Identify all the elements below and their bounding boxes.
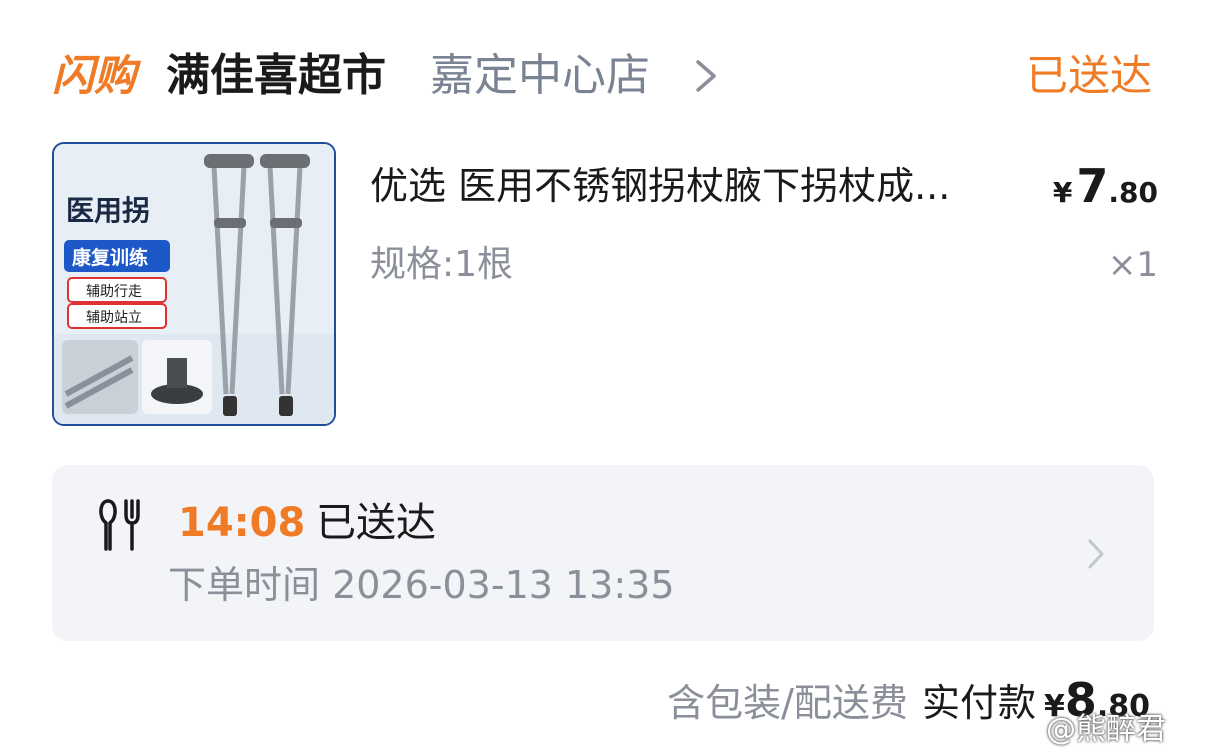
product-spec: 规格:1根 — [370, 244, 514, 285]
delivery-status: 已送达 — [316, 500, 436, 546]
price-decimal: .80 — [1108, 176, 1158, 209]
fork-knife-icon — [99, 499, 140, 551]
svg-text:闪购: 闪购 — [52, 51, 142, 100]
price-integer: 7 — [1076, 159, 1109, 213]
image-tag: 辅助站立 — [86, 310, 142, 326]
fee-note: 含包装/配送费 — [667, 681, 908, 725]
product-image[interactable]: 医用拐 康复训练 辅助行走 辅助站立 — [52, 142, 336, 426]
image-tag: 辅助行走 — [86, 284, 142, 300]
product-title[interactable]: 优选 医用不锈钢拐杖腋下拐杖成... — [370, 158, 1030, 214]
store-branch[interactable]: 嘉定中心店 — [430, 46, 650, 106]
flash-buy-logo: 闪购 — [52, 51, 142, 100]
paid-label: 实付款 — [921, 681, 1036, 725]
delivery-card[interactable]: 14:08 已送达 下单时间 2026-03-13 13:35 — [52, 465, 1154, 641]
order-status: 已送达 — [1025, 51, 1152, 100]
image-badge: 医用拐 — [66, 194, 150, 227]
store-name[interactable]: 满佳喜超市 — [166, 46, 386, 106]
currency-symbol: ¥ — [1052, 176, 1073, 209]
chevron-right-icon[interactable] — [1086, 537, 1106, 571]
image-tag: 康复训练 — [72, 246, 148, 269]
product-price: ¥7.80 — [1053, 156, 1158, 227]
watermark: @熊醉君 — [1046, 712, 1166, 747]
store-header[interactable]: 闪购 满佳喜超市 嘉定中心店 已送达 — [52, 44, 1162, 108]
product-quantity: ×1 — [1107, 245, 1158, 285]
chevron-right-icon[interactable] — [692, 58, 720, 94]
delivery-time: 14:08 — [178, 500, 306, 546]
order-time: 下单时间 2026-03-13 13:35 — [168, 563, 675, 607]
